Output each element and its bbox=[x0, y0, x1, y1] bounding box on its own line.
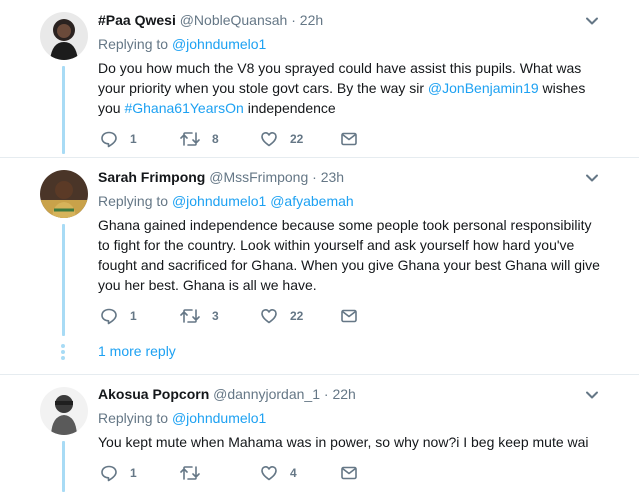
avatar[interactable] bbox=[40, 12, 88, 60]
timestamp[interactable]: 23h bbox=[321, 169, 344, 185]
mention-link[interactable]: @JonBenjamin19 bbox=[428, 80, 539, 96]
mention-link[interactable]: @johndumelo1 bbox=[172, 36, 266, 52]
mention-link[interactable]: @johndumelo1 bbox=[172, 193, 266, 209]
retweet-button[interactable]: 3 bbox=[180, 306, 219, 326]
chevron-down-icon[interactable] bbox=[584, 170, 600, 186]
tweet-text: Ghana gained independence because some p… bbox=[98, 215, 603, 295]
tweet-text: Do you how much the V8 you sprayed could… bbox=[98, 58, 603, 118]
mention-link[interactable]: @afyabemah bbox=[270, 193, 353, 209]
reply-button[interactable]: 1 bbox=[100, 463, 137, 483]
replying-to-label: Replying to bbox=[98, 410, 169, 426]
chevron-down-icon[interactable] bbox=[584, 13, 600, 29]
retweet-button[interactable]: 8 bbox=[180, 129, 219, 149]
tweet-header: #Paa Qwesi @NobleQuansah · 22h bbox=[98, 11, 323, 29]
separator-dot: · bbox=[312, 169, 317, 185]
like-button[interactable]: 22 bbox=[260, 306, 303, 326]
heart-icon bbox=[261, 132, 277, 147]
tweet[interactable]: Sarah Frimpong @MssFrimpong · 23h Replyi… bbox=[0, 158, 639, 374]
username[interactable]: @dannyjordan_1 bbox=[213, 386, 320, 402]
reply-count: 1 bbox=[130, 132, 137, 146]
reply-count: 1 bbox=[130, 466, 137, 480]
retweet-icon bbox=[180, 132, 200, 146]
mention-link[interactable]: @johndumelo1 bbox=[172, 410, 266, 426]
chevron-down-icon[interactable] bbox=[584, 387, 600, 403]
separator-dot: · bbox=[291, 12, 296, 28]
display-name[interactable]: #Paa Qwesi bbox=[98, 12, 176, 28]
retweet-icon bbox=[180, 466, 200, 480]
separator-dot: · bbox=[323, 386, 329, 402]
envelope-icon bbox=[341, 132, 357, 146]
tweet-text-segment: independence bbox=[243, 100, 336, 116]
like-count: 22 bbox=[290, 132, 304, 146]
thread-line bbox=[62, 224, 65, 336]
replying-to: Replying to @johndumelo1 @afyabemah bbox=[98, 192, 354, 210]
reply-count: 1 bbox=[130, 309, 137, 323]
retweet-icon bbox=[180, 309, 200, 323]
thread-line bbox=[62, 66, 65, 154]
heart-icon bbox=[261, 466, 277, 481]
replying-to: Replying to @johndumelo1 bbox=[98, 35, 266, 53]
reply-icon bbox=[101, 308, 117, 325]
like-count: 22 bbox=[290, 309, 304, 323]
username[interactable]: @NobleQuansah bbox=[180, 12, 288, 28]
tweet-actions: 1 3 22 bbox=[98, 306, 398, 326]
envelope-icon bbox=[341, 466, 357, 480]
tweet-text-segment: Ghana gained independence because some p… bbox=[98, 217, 600, 293]
reply-button[interactable]: 1 bbox=[100, 306, 137, 326]
direct-message-button[interactable] bbox=[340, 129, 358, 149]
direct-message-button[interactable] bbox=[340, 463, 358, 483]
like-button[interactable]: 4 bbox=[260, 463, 297, 483]
reply-icon bbox=[101, 465, 117, 482]
tweet-text: You kept mute when Mahama was in power, … bbox=[98, 432, 603, 452]
username[interactable]: @MssFrimpong bbox=[209, 169, 308, 185]
replying-to: Replying to @johndumelo1 bbox=[98, 409, 266, 427]
like-count: 4 bbox=[290, 466, 297, 480]
replying-to-label: Replying to bbox=[98, 36, 169, 52]
tweet[interactable]: #Paa Qwesi @NobleQuansah · 22h Replying … bbox=[0, 0, 639, 157]
avatar[interactable] bbox=[40, 170, 88, 218]
timestamp[interactable]: 22h bbox=[300, 12, 323, 28]
more-replies-link[interactable]: 1 more reply bbox=[98, 342, 176, 360]
tweet-header: Akosua Popcorn @dannyjordan_1 · 22h bbox=[98, 385, 356, 403]
replying-to-label: Replying to bbox=[98, 193, 169, 209]
display-name[interactable]: Sarah Frimpong bbox=[98, 169, 205, 185]
tweet-actions: 1 8 22 bbox=[98, 129, 398, 149]
like-button[interactable]: 22 bbox=[260, 129, 303, 149]
tweet-text-segment: You kept mute when Mahama was in power, … bbox=[98, 434, 589, 450]
avatar[interactable] bbox=[40, 387, 88, 435]
retweet-button[interactable] bbox=[180, 463, 212, 483]
envelope-icon bbox=[341, 309, 357, 323]
tweet[interactable]: Akosua Popcorn @dannyjordan_1 · 22h Repl… bbox=[0, 375, 639, 492]
tweet-header: Sarah Frimpong @MssFrimpong · 23h bbox=[98, 168, 344, 186]
hashtag-link[interactable]: #Ghana61YearsOn bbox=[124, 100, 243, 116]
tweet-actions: 1 4 bbox=[98, 463, 398, 483]
reply-button[interactable]: 1 bbox=[100, 129, 137, 149]
retweet-count: 3 bbox=[212, 309, 219, 323]
reply-icon bbox=[101, 131, 117, 148]
display-name[interactable]: Akosua Popcorn bbox=[98, 386, 209, 402]
retweet-count: 8 bbox=[212, 132, 219, 146]
direct-message-button[interactable] bbox=[340, 306, 358, 326]
thread-continuation-dots bbox=[61, 344, 65, 362]
thread-line bbox=[62, 441, 65, 492]
timestamp[interactable]: 22h bbox=[332, 386, 355, 402]
heart-icon bbox=[261, 309, 277, 324]
